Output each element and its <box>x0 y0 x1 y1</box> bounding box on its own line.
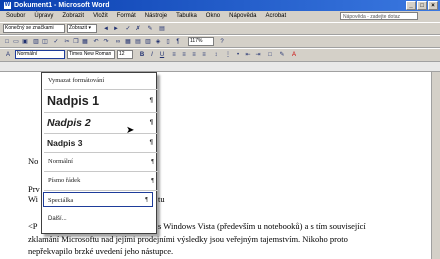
font-combo[interactable]: Times New Roman <box>67 50 115 59</box>
line-spacing-icon[interactable]: ↕ <box>212 51 220 59</box>
style-combo[interactable]: Normální <box>15 50 65 59</box>
paragraph-mark-icon: ¶ <box>151 159 154 165</box>
cut-icon[interactable]: ✂ <box>63 38 71 46</box>
track-changes-icon[interactable]: ▤ <box>158 25 166 33</box>
comment-icon[interactable]: ✎ <box>146 25 154 33</box>
style-item-normal[interactable]: Normální ¶ <box>44 153 158 172</box>
doc-paragraph-line: zklamání Microsoftu nad jejími prodejním… <box>28 234 348 244</box>
reviewing-toolbar: Konečný se značkami Zobrazit ▾ ◄ ► ✓ ✗ ✎… <box>0 22 440 35</box>
vertical-scrollbar[interactable] <box>431 72 440 259</box>
styles-pane-icon[interactable]: A <box>4 51 12 59</box>
paragraph-mark-icon: ¶ <box>145 197 148 203</box>
justify-icon[interactable]: ≡ <box>200 51 208 59</box>
style-item-heading-1[interactable]: Nadpis 1 ¶ <box>44 90 157 113</box>
numbering-icon[interactable]: ⋮ <box>224 51 232 59</box>
window-controls: _ □ × <box>406 1 438 10</box>
doc-text-fragment: tu <box>158 194 165 204</box>
close-button[interactable]: × <box>428 1 438 10</box>
show-markup-combo[interactable]: Zobrazit ▾ <box>67 24 97 33</box>
copy-icon[interactable]: ❐ <box>72 38 80 46</box>
paste-icon[interactable]: ▦ <box>81 38 89 46</box>
help-icon[interactable]: ? <box>218 38 226 46</box>
font-color-icon[interactable]: A <box>290 51 298 59</box>
doc-text-fragment: No <box>28 156 39 166</box>
table-icon[interactable]: ▦ <box>124 38 132 46</box>
menu-okno[interactable]: Okno <box>206 11 220 22</box>
title-bar: W Dokument1 - Microsoft Word _ □ × <box>0 0 440 11</box>
menu-bar: Soubor Úpravy Zobrazit Vložit Formát Nás… <box>0 11 440 22</box>
previous-change-icon[interactable]: ◄ <box>102 25 110 33</box>
minimize-button[interactable]: _ <box>406 1 416 10</box>
style-item-heading-3[interactable]: Nadpis 3 ¶ <box>44 134 157 153</box>
align-right-icon[interactable]: ≡ <box>190 51 198 59</box>
doc-text-fragment: Prv <box>28 184 40 194</box>
mouse-pointer-icon: ➤ <box>126 125 135 136</box>
save-icon[interactable]: ▣ <box>21 38 29 46</box>
doc-text-fragment: <P <box>28 221 38 231</box>
bold-icon[interactable]: B <box>138 51 146 59</box>
italic-icon[interactable]: I <box>148 51 156 59</box>
menu-napoveda[interactable]: Nápověda <box>229 11 256 22</box>
drawing-icon[interactable]: ◈ <box>154 38 162 46</box>
zoom-combo[interactable]: 117% <box>188 37 214 46</box>
paragraph-mark-icon: ¶ <box>149 120 153 126</box>
highlight-icon[interactable]: ✎ <box>278 51 286 59</box>
doc-paragraph-line: s Windows Vista (především u notebooků) … <box>158 221 366 231</box>
align-center-icon[interactable]: ≡ <box>180 51 188 59</box>
undo-icon[interactable]: ↶ <box>92 38 100 46</box>
style-item-heading-2[interactable]: Nadpis 2 ¶ <box>44 113 157 134</box>
menu-vlozit[interactable]: Vložit <box>93 11 108 22</box>
menu-tabulka[interactable]: Tabulka <box>176 11 197 22</box>
help-search-input[interactable]: Nápověda - zadejte dotaz <box>340 12 418 20</box>
reject-change-icon[interactable]: ✗ <box>134 25 142 33</box>
open-icon[interactable]: ▭ <box>12 38 20 46</box>
paragraph-mark-icon: ¶ <box>149 140 153 146</box>
markup-display-combo[interactable]: Konečný se značkami <box>3 24 65 33</box>
align-left-icon[interactable]: ≡ <box>170 51 178 59</box>
formatting-toolbar: A Normální Times New Roman 12 B I U ≡ ≡ … <box>0 48 440 62</box>
redo-icon[interactable]: ↷ <box>102 38 110 46</box>
border-icon[interactable]: □ <box>266 51 274 59</box>
menu-acrobat[interactable]: Acrobat <box>265 11 286 22</box>
menu-nastroje[interactable]: Nástroje <box>145 11 167 22</box>
next-change-icon[interactable]: ► <box>112 25 120 33</box>
hyperlink-icon[interactable]: ∞ <box>114 38 122 46</box>
new-document-icon[interactable]: □ <box>3 38 11 46</box>
decrease-indent-icon[interactable]: ⇤ <box>244 51 252 59</box>
doc-paragraph-line: nepřekvapilo brzké uvedení jeho nástupce… <box>28 246 174 256</box>
columns-icon[interactable]: ▥ <box>144 38 152 46</box>
standard-toolbar: □ ▭ ▣ ▥ ◫ ✓ ✂ ❐ ▦ ↶ ↷ ∞ ▦ ▤ ▥ ◈ ▯ ¶ 117%… <box>0 35 440 48</box>
print-icon[interactable]: ▥ <box>32 38 40 46</box>
accept-change-icon[interactable]: ✓ <box>124 25 132 33</box>
maximize-button[interactable]: □ <box>417 1 427 10</box>
document-map-icon[interactable]: ▯ <box>164 38 172 46</box>
ruler[interactable] <box>0 62 440 72</box>
style-item-clear-formatting[interactable]: Vymazat formátování <box>44 73 158 90</box>
menu-upravy[interactable]: Úpravy <box>34 11 53 22</box>
font-size-combo[interactable]: 12 <box>117 50 133 59</box>
menu-format[interactable]: Formát <box>117 11 136 22</box>
style-item-font-line[interactable]: Písmo řádek ¶ <box>44 172 158 191</box>
show-formatting-icon[interactable]: ¶ <box>174 38 182 46</box>
print-preview-icon[interactable]: ◫ <box>41 38 49 46</box>
menu-zobrazit[interactable]: Zobrazit <box>62 11 84 22</box>
underline-icon[interactable]: U <box>158 51 166 59</box>
window-title: Dokument1 - Microsoft Word <box>14 2 110 9</box>
bullets-icon[interactable]: • <box>234 51 242 59</box>
menu-soubor[interactable]: Soubor <box>6 11 25 22</box>
paragraph-mark-icon: ¶ <box>151 178 154 184</box>
paragraph-mark-icon: ¶ <box>149 98 153 104</box>
excel-icon[interactable]: ▤ <box>134 38 142 46</box>
style-item-more[interactable]: Další... <box>44 212 158 226</box>
spelling-icon[interactable]: ✓ <box>52 38 60 46</box>
word-app-icon: W <box>4 1 11 9</box>
doc-text-fragment: Wi <box>28 194 39 204</box>
style-dropdown-list: Vymazat formátování Nadpis 1 ¶ Nadpis 2 ¶ … <box>41 72 158 234</box>
increase-indent-icon[interactable]: ⇥ <box>254 51 262 59</box>
style-item-specialka[interactable]: Speciálka ¶ <box>43 192 153 207</box>
